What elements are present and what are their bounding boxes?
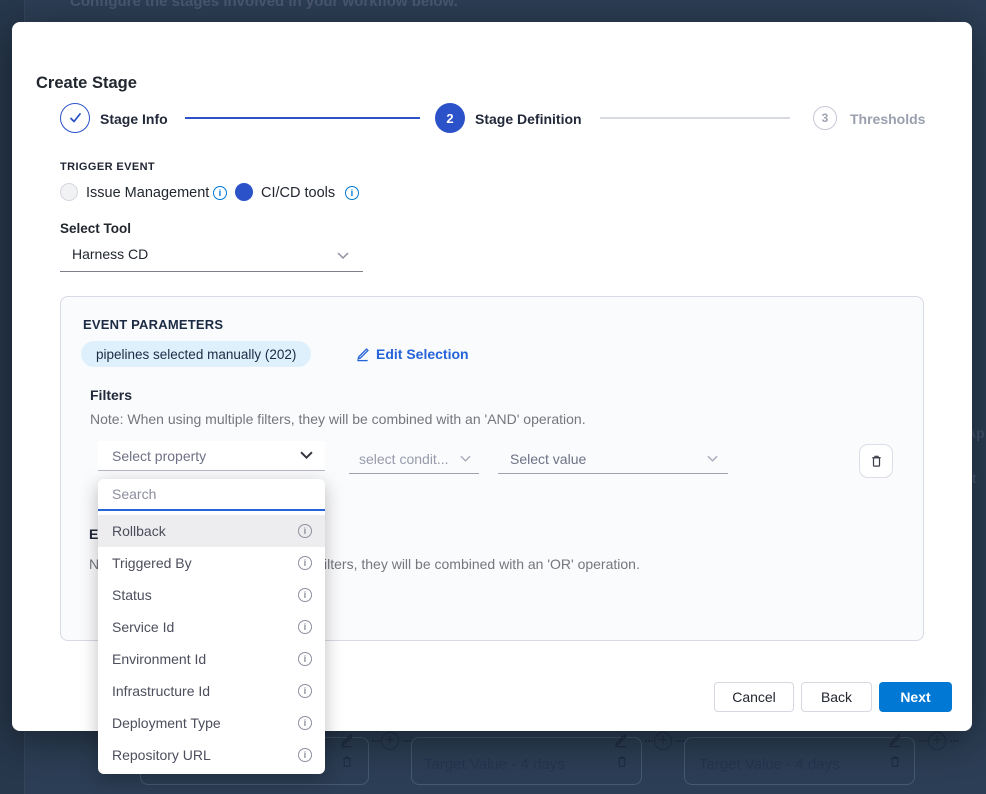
connector-dots xyxy=(950,740,958,742)
info-icon[interactable]: i xyxy=(345,186,359,200)
dropdown-item-label: Infrastructure Id xyxy=(112,683,210,699)
selection-badge: pipelines selected manually (202) xyxy=(81,341,311,367)
dropdown-item-triggered-by[interactable]: Triggered By i xyxy=(98,547,325,579)
dropdown-item-environment-id[interactable]: Environment Id i xyxy=(98,643,325,675)
add-stage-icon: + xyxy=(928,732,946,750)
info-icon[interactable]: i xyxy=(298,716,312,730)
info-icon[interactable]: i xyxy=(298,748,312,762)
next-button[interactable]: Next xyxy=(879,682,952,712)
check-icon xyxy=(69,112,82,124)
trash-icon xyxy=(615,754,629,769)
stage-card-label: Target Value - 4 days xyxy=(699,756,840,773)
stepper-connector xyxy=(185,117,420,119)
radio-issue-management-label[interactable]: Issue Management xyxy=(86,185,209,201)
edit-icon xyxy=(355,347,370,362)
dropdown-item-label: Environment Id xyxy=(112,651,206,667)
background-heading: Configure the stages involved in your wo… xyxy=(70,0,458,10)
step-stage-info-indicator[interactable] xyxy=(60,103,90,133)
add-stage-icon: + xyxy=(381,732,399,750)
info-icon[interactable]: i xyxy=(298,620,312,634)
property-select[interactable]: Select property xyxy=(98,441,325,471)
trigger-event-label: TRIGGER EVENT xyxy=(60,161,155,173)
step-stage-info-label: Stage Info xyxy=(100,111,168,127)
step-stage-definition-label: Stage Definition xyxy=(475,111,582,127)
edit-icon xyxy=(339,733,354,748)
condition-select-placeholder: select condit... xyxy=(359,451,449,467)
background-stage-card: Target Value - 4 days xyxy=(684,737,915,785)
back-button[interactable]: Back xyxy=(801,682,872,712)
connector-dots xyxy=(403,740,411,742)
connector-dots xyxy=(645,740,653,742)
step-thresholds-label: Thresholds xyxy=(850,111,925,127)
edit-icon xyxy=(613,733,628,748)
info-icon[interactable]: i xyxy=(298,556,312,570)
event-parameters-panel: EVENT PARAMETERS pipelines selected manu… xyxy=(60,296,924,641)
info-icon[interactable]: i xyxy=(213,186,227,200)
filters-heading: Filters xyxy=(90,387,132,403)
value-select-placeholder: Select value xyxy=(510,451,586,467)
step-thresholds-indicator[interactable]: 3 xyxy=(813,106,837,130)
dropdown-item-repository-url[interactable]: Repository URL i xyxy=(98,739,325,771)
cancel-button[interactable]: Cancel xyxy=(714,682,794,712)
condition-select[interactable]: select condit... xyxy=(349,444,479,474)
dropdown-item-status[interactable]: Status i xyxy=(98,579,325,611)
delete-filter-button[interactable] xyxy=(859,444,893,478)
edit-selection-label: Edit Selection xyxy=(376,346,469,362)
dropdown-item-deployment-type[interactable]: Deployment Type i xyxy=(98,707,325,739)
trash-icon xyxy=(888,754,902,769)
chevron-down-icon xyxy=(337,252,349,260)
create-stage-modal: Create Stage Stage Info 2 Stage Definiti… xyxy=(12,22,972,731)
background-stage-card: Target Value - 4 days xyxy=(411,737,642,785)
edit-selection-button[interactable]: Edit Selection xyxy=(355,346,469,362)
page-background: Configure the stages involved in your wo… xyxy=(0,0,986,794)
property-select-placeholder: Select property xyxy=(112,448,206,464)
dropdown-item-infrastructure-id[interactable]: Infrastructure Id i xyxy=(98,675,325,707)
dropdown-item-label: Rollback xyxy=(112,523,166,539)
chevron-down-icon xyxy=(460,455,471,463)
step-stage-definition-indicator[interactable]: 2 xyxy=(435,103,465,133)
dropdown-item-label: Triggered By xyxy=(112,555,192,571)
info-icon[interactable]: i xyxy=(298,684,312,698)
radio-cicd-tools[interactable] xyxy=(235,183,253,201)
dropdown-item-service-id[interactable]: Service Id i xyxy=(98,611,325,643)
modal-title: Create Stage xyxy=(36,74,137,93)
select-tool-label: Select Tool xyxy=(60,221,131,236)
dropdown-item-rollback[interactable]: Rollback i xyxy=(98,515,325,547)
trash-icon xyxy=(869,453,884,469)
event-parameters-heading: EVENT PARAMETERS xyxy=(83,317,223,332)
edit-icon xyxy=(887,733,902,748)
connector-dots xyxy=(372,740,380,742)
tool-select-value: Harness CD xyxy=(72,246,148,262)
chevron-down-icon xyxy=(300,451,313,460)
stage-card-label: Target Value - 4 days xyxy=(424,756,565,773)
info-icon[interactable]: i xyxy=(298,652,312,666)
dropdown-item-label: Service Id xyxy=(112,619,174,635)
info-icon[interactable]: i xyxy=(298,588,312,602)
stepper-connector xyxy=(600,117,790,119)
dropdown-item-label: Deployment Type xyxy=(112,715,221,731)
add-stage-icon: + xyxy=(654,732,672,750)
property-dropdown-list: Rollback i Triggered By i Status i Servi… xyxy=(98,511,325,771)
info-icon[interactable]: i xyxy=(298,524,312,538)
radio-issue-management[interactable] xyxy=(60,183,78,201)
trash-icon xyxy=(340,754,354,769)
chevron-down-icon xyxy=(707,455,718,463)
connector-dots xyxy=(676,740,684,742)
tool-select[interactable]: Harness CD xyxy=(60,238,363,272)
value-select[interactable]: Select value xyxy=(498,444,728,474)
filters-note: Note: When using multiple filters, they … xyxy=(90,411,586,427)
dropdown-item-label: Status xyxy=(112,587,152,603)
property-dropdown: Rollback i Triggered By i Status i Servi… xyxy=(98,479,325,774)
radio-cicd-tools-label[interactable]: CI/CD tools xyxy=(261,185,335,201)
dropdown-item-label: Repository URL xyxy=(112,747,211,763)
search-input[interactable] xyxy=(98,479,325,511)
connector-dots xyxy=(919,740,927,742)
